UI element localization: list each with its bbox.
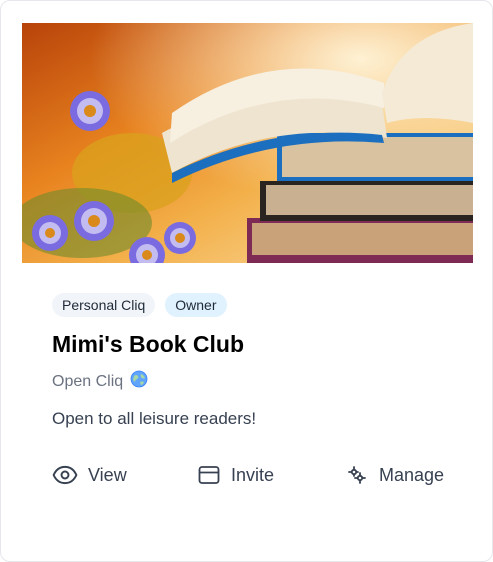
- card-icon: [197, 463, 221, 487]
- card-actions: View Invite Manage: [52, 461, 452, 489]
- badge-owner: Owner: [165, 293, 227, 317]
- settings-icon: [345, 463, 369, 487]
- view-label: View: [88, 464, 127, 485]
- visibility-label: Open Cliq: [52, 372, 124, 390]
- cover-image: [22, 23, 473, 263]
- manage-button[interactable]: Manage: [345, 461, 444, 489]
- globe-icon: [130, 370, 148, 393]
- card-description: Open to all leisure readers!: [52, 409, 257, 428]
- cliq-card: Personal Cliq Owner Mimi's Book Club Ope…: [0, 0, 493, 562]
- visibility: Open Cliq: [52, 370, 148, 393]
- manage-label: Manage: [379, 464, 445, 485]
- badges: Personal Cliq Owner: [52, 293, 227, 317]
- eye-icon: [52, 462, 78, 488]
- badge-personal-cliq: Personal Cliq: [52, 293, 156, 317]
- invite-label: Invite: [231, 464, 275, 485]
- view-button[interactable]: View: [52, 461, 127, 489]
- card-title: Mimi's Book Club: [52, 331, 245, 357]
- invite-button[interactable]: Invite: [197, 461, 274, 489]
